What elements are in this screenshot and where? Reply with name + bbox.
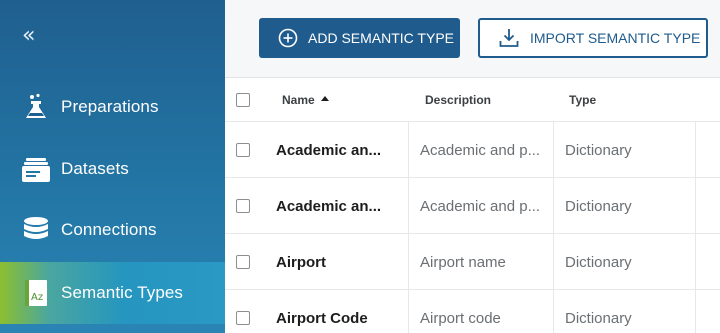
- row-description: Academic and p...: [420, 197, 541, 215]
- row-type: Dictionary: [565, 309, 632, 327]
- column-divider: [553, 290, 554, 333]
- sidebar-item-connections[interactable]: Connections: [0, 199, 225, 261]
- column-divider: [408, 122, 409, 178]
- row-description: Airport name: [420, 253, 506, 271]
- svg-text:Az: Az: [31, 292, 43, 303]
- column-divider: [408, 178, 409, 234]
- sidebar: « Preparations Datasets Connections Az S…: [0, 0, 225, 333]
- row-checkbox[interactable]: [236, 199, 250, 213]
- column-divider: [408, 290, 409, 333]
- column-header-name[interactable]: Name: [282, 93, 315, 107]
- row-type: Dictionary: [565, 141, 632, 159]
- row-name: Academic an...: [276, 141, 382, 159]
- column-divider: [695, 122, 696, 178]
- plus-circle-icon: [278, 28, 298, 48]
- table-row[interactable]: Airport Code Airport code Dictionary: [225, 290, 720, 333]
- sidebar-item-label: Semantic Types: [61, 283, 184, 302]
- flask-icon: [22, 93, 50, 121]
- add-semantic-type-button[interactable]: ADD SEMANTIC TYPE: [259, 18, 460, 58]
- column-divider: [408, 234, 409, 290]
- toolbar: ADD SEMANTIC TYPE IMPORT SEMANTIC TYPE: [225, 0, 720, 78]
- sidebar-item-datasets[interactable]: Datasets: [0, 138, 225, 200]
- add-button-label: ADD SEMANTIC TYPE: [308, 30, 454, 46]
- column-divider: [553, 178, 554, 234]
- column-divider: [553, 122, 554, 178]
- table-row[interactable]: Academic an... Academic and p... Diction…: [225, 122, 720, 178]
- import-semantic-type-button[interactable]: IMPORT SEMANTIC TYPE: [478, 18, 708, 58]
- select-all-checkbox[interactable]: [236, 93, 250, 107]
- sort-ascending-icon: [321, 96, 329, 101]
- sidebar-item-label: Connections: [61, 220, 157, 239]
- sidebar-item-preparations[interactable]: Preparations: [0, 76, 225, 138]
- semantic-types-table: Name Description Type Academic an... Aca…: [225, 78, 720, 333]
- column-divider: [553, 234, 554, 290]
- main-content: ADD SEMANTIC TYPE IMPORT SEMANTIC TYPE N…: [225, 0, 720, 333]
- import-button-label: IMPORT SEMANTIC TYPE: [530, 30, 701, 46]
- column-header-type[interactable]: Type: [569, 93, 596, 107]
- table-row[interactable]: Airport Airport name Dictionary: [225, 234, 720, 290]
- semantic-type-icon: Az: [22, 279, 50, 307]
- column-divider: [695, 290, 696, 333]
- row-type: Dictionary: [565, 253, 632, 271]
- row-type: Dictionary: [565, 197, 632, 215]
- row-checkbox[interactable]: [236, 143, 250, 157]
- collapse-sidebar-icon[interactable]: «: [22, 24, 46, 48]
- table-header: Name Description Type: [225, 78, 720, 122]
- row-name: Academic an...: [276, 197, 382, 215]
- row-checkbox[interactable]: [236, 311, 250, 325]
- sidebar-item-semantic-types[interactable]: Az Semantic Types: [0, 262, 225, 324]
- datasets-icon: [22, 155, 50, 183]
- column-divider: [695, 234, 696, 290]
- column-header-description[interactable]: Description: [425, 93, 491, 107]
- row-checkbox[interactable]: [236, 255, 250, 269]
- row-description: Academic and p...: [420, 141, 541, 159]
- sidebar-item-label: Preparations: [61, 97, 159, 116]
- column-divider: [695, 178, 696, 234]
- row-name: Airport: [276, 253, 326, 271]
- sidebar-item-label: Datasets: [61, 159, 129, 178]
- row-description: Airport code: [420, 309, 501, 327]
- table-row[interactable]: Academic an... Academic and p... Diction…: [225, 178, 720, 234]
- download-icon: [499, 28, 519, 48]
- database-icon: [22, 216, 50, 244]
- row-name: Airport Code: [276, 309, 368, 327]
